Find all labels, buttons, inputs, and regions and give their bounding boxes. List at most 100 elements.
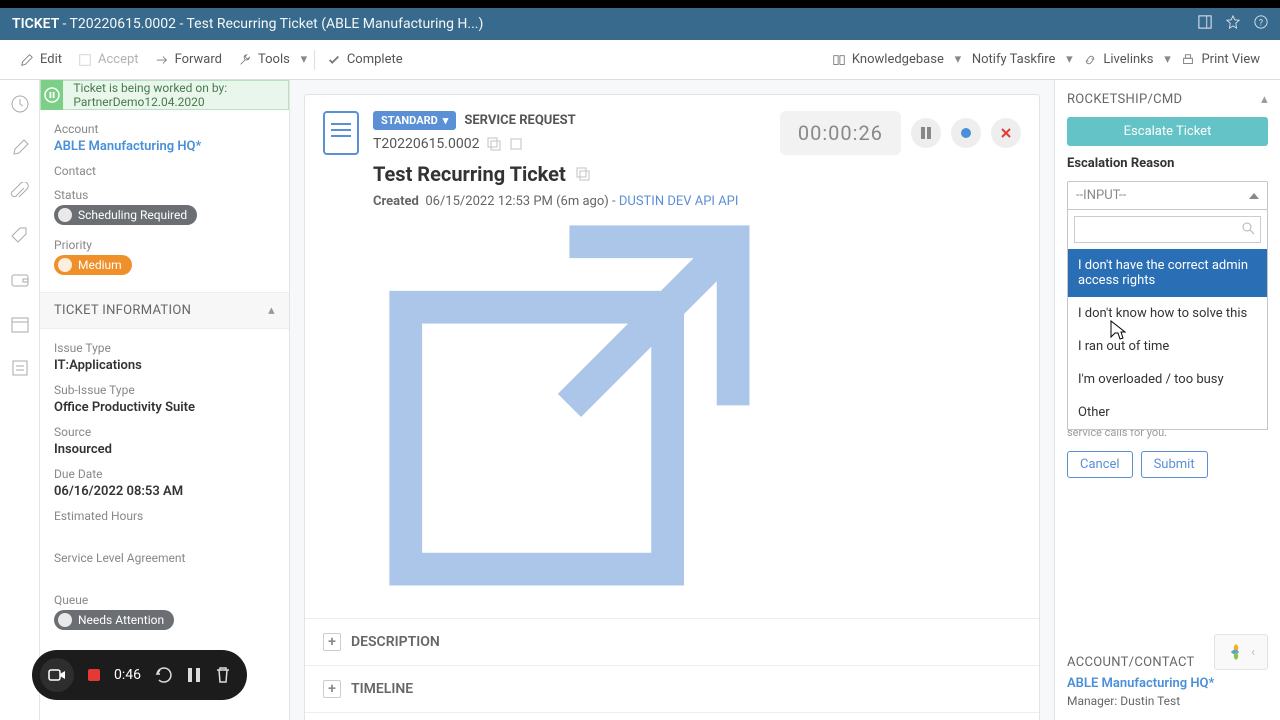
trash-icon[interactable] [215, 666, 231, 684]
list-icon[interactable] [10, 358, 30, 378]
dropdown-option-0[interactable]: I don't have the correct admin access ri… [1068, 249, 1267, 297]
tools-button[interactable]: Tools [230, 48, 298, 71]
sla-value [54, 568, 275, 583]
screen-recorder-widget[interactable]: 0:46 [32, 650, 247, 700]
account-label: Account [54, 122, 275, 136]
tag-icon[interactable] [10, 226, 30, 246]
dropdown-option-3[interactable]: I'm overloaded / too busy [1068, 363, 1267, 396]
timer-record-button[interactable] [951, 118, 981, 148]
issue-type-label: Issue Type [54, 341, 275, 355]
escalation-reason-dropdown: I don't have the correct admin access ri… [1067, 209, 1268, 430]
right-sidebar: ROCKETSHIP/CMD▴ Escalate Ticket Escalati… [1054, 80, 1280, 720]
working-banner: Ticket is being worked on by: PartnerDem… [40, 80, 289, 110]
accept-button: Accept [70, 48, 147, 71]
notify-dropdown[interactable]: ▾ [1063, 52, 1075, 67]
contact-label: Contact [54, 164, 275, 178]
account-link[interactable]: ABLE Manufacturing HQ* [54, 139, 275, 154]
livelinks-button[interactable]: Livelinks [1075, 48, 1161, 71]
escalation-reason-combo[interactable]: --INPUT-- I don't have the correct admin… [1067, 181, 1268, 210]
svg-text:?: ? [1259, 19, 1263, 29]
layout-icon[interactable] [1198, 15, 1212, 33]
timer-pause-button[interactable] [911, 118, 941, 148]
note-icon[interactable] [10, 138, 30, 158]
help-icon[interactable]: ? [1254, 15, 1268, 33]
est-value [54, 526, 275, 541]
timer-display: 00:00:26 [780, 111, 901, 155]
wallet-icon[interactable] [10, 270, 30, 290]
description-section[interactable]: +DESCRIPTION [305, 618, 1039, 665]
timer: 00:00:26 [780, 111, 1021, 155]
record-indicator [88, 669, 100, 681]
external-link-icon[interactable] [373, 209, 766, 602]
sla-label: Service Level Agreement [54, 551, 275, 565]
priority-badge[interactable]: Medium [54, 255, 132, 275]
resolution-section[interactable]: +RESOLUTION [305, 712, 1039, 720]
camera-icon[interactable] [40, 658, 74, 692]
source-label: Source [54, 425, 275, 439]
due-label: Due Date [54, 467, 275, 481]
dropdown-option-1[interactable]: I don't know how to solve this [1068, 297, 1267, 330]
cancel-button[interactable]: Cancel [1067, 451, 1133, 478]
manager-text: Manager: Dustin Test [1067, 694, 1268, 708]
escalation-reason-label: Escalation Reason [1067, 156, 1268, 171]
calendar-icon[interactable] [10, 314, 30, 334]
standard-badge[interactable]: STANDARD ▾ [373, 111, 456, 130]
dropdown-option-4[interactable]: Other [1068, 396, 1267, 429]
ticket-id: T20220615.0002 [373, 136, 479, 152]
toolbar: Edit Accept Forward Tools ▾ Complete Kno… [0, 40, 1280, 80]
undo-icon[interactable] [155, 666, 173, 684]
est-label: Estimated Hours [54, 509, 275, 523]
rocketship-panel-header[interactable]: ROCKETSHIP/CMD▴ [1067, 92, 1268, 107]
issue-type-value: IT:Applications [54, 358, 275, 373]
status-badge[interactable]: Scheduling Required [54, 205, 197, 225]
forward-button[interactable]: Forward [147, 48, 230, 71]
timer-stop-button[interactable] [991, 118, 1021, 148]
created-value: 06/15/2022 12:53 PM (6m ago) - [425, 194, 615, 209]
source-value: Insourced [54, 442, 275, 457]
left-rail [0, 80, 40, 720]
app-title: TICKET - T20220615.0002 - Test Recurring… [12, 16, 483, 32]
kb-dropdown[interactable]: ▾ [952, 52, 964, 67]
star-icon[interactable] [1226, 15, 1240, 33]
vendor-logo[interactable]: ‹ [1214, 634, 1268, 670]
created-label: Created [373, 194, 419, 209]
sub-issue-value: Office Productivity Suite [54, 400, 275, 415]
print-view-button[interactable]: Print View [1173, 48, 1268, 71]
banner-pause-icon[interactable] [41, 80, 63, 110]
main-content: STANDARD ▾ SERVICE REQUEST T20220615.0002… [290, 80, 1054, 720]
pause-icon[interactable] [187, 667, 201, 683]
queue-badge[interactable]: Needs Attention [54, 610, 174, 630]
submit-button[interactable]: Submit [1141, 451, 1208, 478]
ticket-title: Test Recurring Ticket [373, 162, 566, 186]
app-header: TICKET - T20220615.0002 - Test Recurring… [0, 8, 1280, 40]
copy-title-icon[interactable] [576, 167, 590, 181]
edit-button[interactable]: Edit [12, 48, 70, 71]
knowledgebase-button[interactable]: Knowledgebase [824, 48, 952, 71]
sidebar: Ticket is being worked on by: PartnerDem… [40, 80, 290, 720]
ticket-type: SERVICE REQUEST [464, 113, 575, 128]
queue-label: Queue [54, 593, 275, 607]
search-icon [1241, 221, 1255, 235]
status-label: Status [54, 188, 275, 202]
ticket-info-header[interactable]: TICKET INFORMATION▴ [40, 292, 289, 329]
livelinks-dropdown[interactable]: ▾ [1161, 52, 1173, 67]
escalate-ticket-button[interactable]: Escalate Ticket [1067, 117, 1268, 146]
notify-taskfire-button[interactable]: Notify Taskfire [964, 48, 1064, 71]
recorder-time: 0:46 [114, 667, 141, 683]
clock-icon[interactable] [10, 94, 30, 114]
creator-link[interactable]: DUSTIN DEV API API [619, 194, 739, 209]
copy-link-icon[interactable] [509, 137, 523, 151]
dropdown-search-input[interactable] [1074, 216, 1261, 243]
window-chrome-top [0, 0, 1280, 8]
attach-icon[interactable] [10, 182, 30, 202]
priority-label: Priority [54, 238, 275, 252]
sub-issue-label: Sub-Issue Type [54, 383, 275, 397]
banner-text: Ticket is being worked on by: PartnerDem… [73, 81, 288, 109]
complete-button[interactable]: Complete [319, 48, 411, 71]
dropdown-option-2[interactable]: I ran out of time [1068, 330, 1267, 363]
copy-id-icon[interactable] [487, 137, 501, 151]
due-value: 06/16/2022 08:53 AM [54, 484, 275, 499]
account-link[interactable]: ABLE Manufacturing HQ* [1067, 676, 1214, 691]
tools-dropdown[interactable]: ▾ [298, 52, 310, 67]
timeline-section[interactable]: +TIMELINE [305, 665, 1039, 712]
